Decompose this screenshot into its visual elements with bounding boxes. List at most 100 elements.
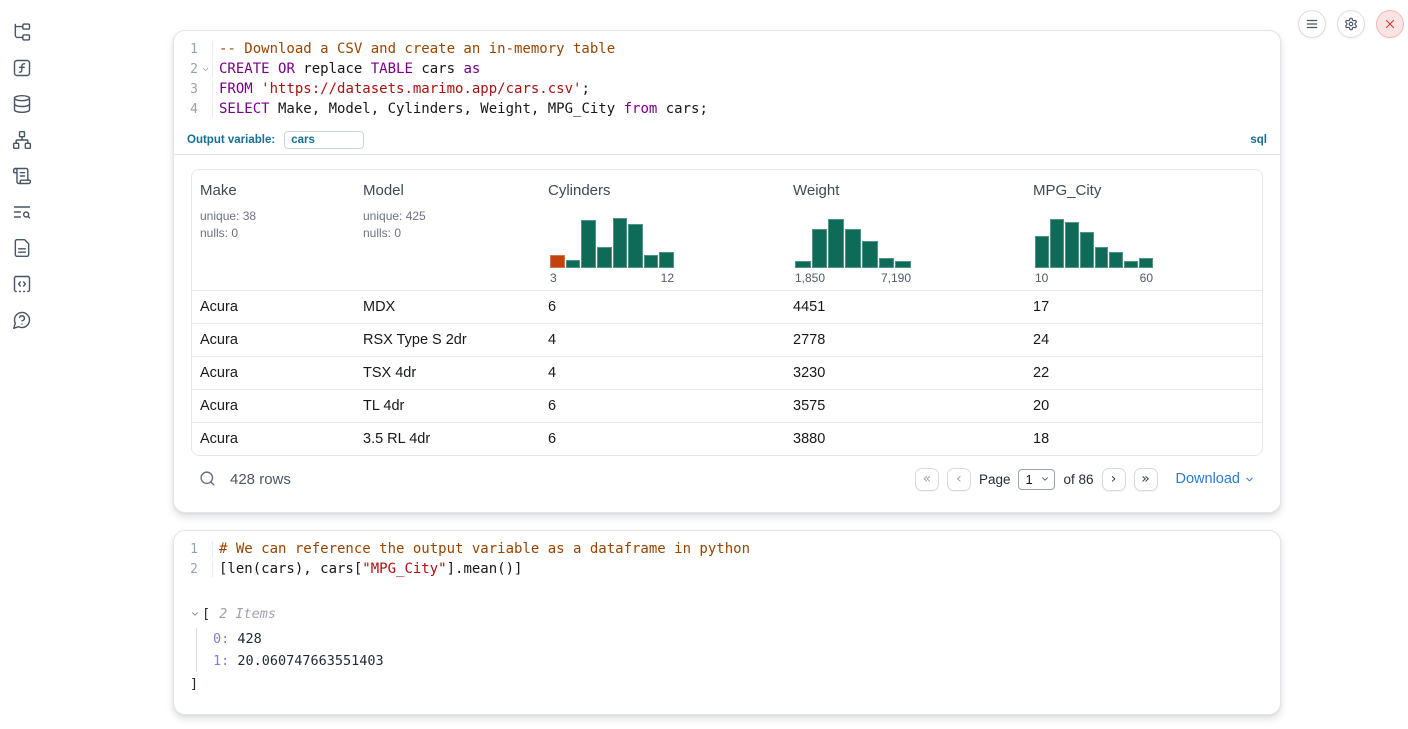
language-badge[interactable]: sql bbox=[1250, 134, 1267, 146]
page-select[interactable]: 1 bbox=[1018, 469, 1055, 490]
search-icon bbox=[199, 470, 216, 487]
tree-entry[interactable]: 1: 20.060747663551403 bbox=[213, 650, 1264, 672]
stat-line: unique: 38 bbox=[200, 208, 347, 225]
sql-code-editor[interactable]: 1 -- Download a CSV and create an in-memo… bbox=[174, 31, 1280, 125]
help-icon[interactable] bbox=[12, 310, 32, 330]
helper-panel-sidebar bbox=[0, 0, 44, 729]
code-line[interactable]: 2CREATE OR replace TABLE cars as bbox=[174, 59, 1280, 79]
table-cell: Acura bbox=[192, 365, 355, 381]
download-button[interactable]: Download bbox=[1176, 471, 1256, 487]
line-number: 1 bbox=[174, 42, 198, 57]
code-line[interactable]: 4 SELECT Make, Model, Cylinders, Weight, … bbox=[174, 99, 1280, 119]
spacer bbox=[793, 199, 1017, 218]
table-row[interactable]: AcuraMDX6445117 bbox=[192, 290, 1262, 323]
file-explorer-icon[interactable] bbox=[12, 22, 32, 42]
histogram-bar bbox=[659, 252, 674, 268]
column-histogram[interactable] bbox=[550, 218, 674, 268]
code-line[interactable]: 1# We can reference the output variable … bbox=[174, 539, 1280, 559]
histogram-bar bbox=[895, 261, 911, 268]
tree-entry-index: 0: bbox=[213, 631, 237, 647]
code-line[interactable]: 3FROM 'https://datasets.marimo.app/cars.… bbox=[174, 79, 1280, 99]
column-header-make[interactable]: Makeunique: 38nulls: 0 bbox=[192, 170, 355, 290]
output-variable-input[interactable] bbox=[284, 131, 364, 149]
token-string: "MPG_City" bbox=[362, 561, 446, 577]
table-cell: 6 bbox=[540, 398, 785, 414]
histogram-bar bbox=[862, 241, 878, 268]
table-cell: 20 bbox=[1025, 398, 1262, 414]
code-text: -- Download a CSV and create an in-memor… bbox=[212, 41, 615, 57]
table-cell: Acura bbox=[192, 299, 355, 315]
token-keyword: SELECT bbox=[219, 101, 270, 117]
token-keyword: as bbox=[463, 61, 480, 77]
column-header-model[interactable]: Modelunique: 425nulls: 0 bbox=[355, 170, 540, 290]
settings-button[interactable] bbox=[1337, 10, 1365, 38]
previous-page-button[interactable]: ‹ bbox=[947, 468, 971, 491]
tree-collapse-chevron-icon[interactable] bbox=[190, 609, 202, 619]
last-page-button[interactable]: » bbox=[1134, 468, 1158, 491]
column-histogram[interactable] bbox=[1035, 218, 1153, 268]
histogram-bar bbox=[1139, 258, 1153, 268]
column-header-mpg_city[interactable]: MPG_City1060 bbox=[1025, 170, 1262, 290]
table-cell: Acura bbox=[192, 398, 355, 414]
token-plain bbox=[270, 61, 278, 77]
histogram-bar bbox=[566, 260, 581, 268]
data-sources-icon[interactable] bbox=[12, 94, 32, 114]
line-number: 4 bbox=[174, 102, 198, 117]
python-code-editor[interactable]: 1# We can reference the output variable … bbox=[174, 531, 1280, 585]
token-plain: ].mean()] bbox=[447, 561, 523, 577]
table-cell: 4451 bbox=[785, 299, 1025, 315]
table-cell: 22 bbox=[1025, 365, 1262, 381]
histogram-bar bbox=[1095, 247, 1109, 268]
table-row[interactable]: Acura3.5 RL 4dr6388018 bbox=[192, 422, 1262, 455]
table-row[interactable]: AcuraTSX 4dr4323022 bbox=[192, 356, 1262, 389]
histogram-max-label: 7,190 bbox=[881, 271, 911, 285]
tree-entry[interactable]: 0: 428 bbox=[213, 628, 1264, 650]
fold-chevron-icon[interactable] bbox=[198, 65, 212, 74]
code-text: [len(cars), cars["MPG_City"].mean()] bbox=[212, 561, 522, 577]
next-page-button[interactable]: › bbox=[1102, 468, 1126, 491]
menu-button[interactable] bbox=[1298, 10, 1326, 38]
histogram-min-label: 10 bbox=[1035, 271, 1048, 285]
python-cell-output: [ 2 Items 0: 4281: 20.060747663551403 ] bbox=[174, 585, 1280, 714]
histogram-bar bbox=[1065, 222, 1079, 268]
code-line[interactable]: 1 -- Download a CSV and create an in-memo… bbox=[174, 39, 1280, 59]
snippets-icon[interactable] bbox=[12, 274, 32, 294]
line-number: 2 bbox=[174, 562, 198, 577]
column-title: Weight bbox=[793, 182, 1017, 199]
column-histogram[interactable] bbox=[795, 218, 911, 268]
table-cell: Acura bbox=[192, 332, 355, 348]
stat-line: nulls: 0 bbox=[363, 225, 532, 242]
table-cell: 6 bbox=[540, 299, 785, 315]
close-icon bbox=[1383, 17, 1397, 31]
table-cell: TSX 4dr bbox=[355, 365, 540, 381]
chevron-down-icon bbox=[1040, 474, 1050, 484]
histogram-axis-labels: 1,8507,190 bbox=[795, 271, 911, 285]
first-page-button[interactable]: « bbox=[915, 468, 939, 491]
dependency-graph-icon[interactable] bbox=[12, 130, 32, 150]
variables-icon[interactable] bbox=[12, 58, 32, 78]
table-row[interactable]: AcuraTL 4dr6357520 bbox=[192, 389, 1262, 422]
table-search-button[interactable] bbox=[199, 470, 217, 488]
column-title: Make bbox=[200, 182, 347, 199]
code-line[interactable]: 2 [len(cars), cars["MPG_City"].mean()] bbox=[174, 559, 1280, 579]
histogram-max-label: 60 bbox=[1140, 271, 1153, 285]
token-plain: Make, Model, Cylinders, Weight, MPG_City bbox=[270, 101, 624, 117]
column-header-weight[interactable]: Weight 1,8507,190 bbox=[785, 170, 1025, 290]
token-keyword: OR bbox=[278, 61, 295, 77]
menu-icon bbox=[1305, 17, 1319, 31]
gear-icon bbox=[1344, 17, 1358, 31]
column-header-cylinders[interactable]: Cylinders312 bbox=[540, 170, 785, 290]
scratchpad-icon[interactable] bbox=[12, 166, 32, 186]
shutdown-button[interactable] bbox=[1376, 10, 1404, 38]
histogram-bar bbox=[644, 255, 659, 268]
table-cell: MDX bbox=[355, 299, 540, 315]
sql-cell-output: Make unique: 38 nulls: 0Modelunique: 425nu… bbox=[174, 155, 1280, 512]
column-title: Cylinders bbox=[548, 182, 777, 199]
column-title: Model bbox=[363, 182, 532, 199]
documentation-icon[interactable] bbox=[12, 238, 32, 258]
table-cell: 4 bbox=[540, 365, 785, 381]
histogram-bar bbox=[879, 258, 895, 268]
histogram-bar bbox=[1050, 219, 1064, 268]
logs-icon[interactable] bbox=[12, 202, 32, 222]
table-row[interactable]: AcuraRSX Type S 2dr4277824 bbox=[192, 323, 1262, 356]
